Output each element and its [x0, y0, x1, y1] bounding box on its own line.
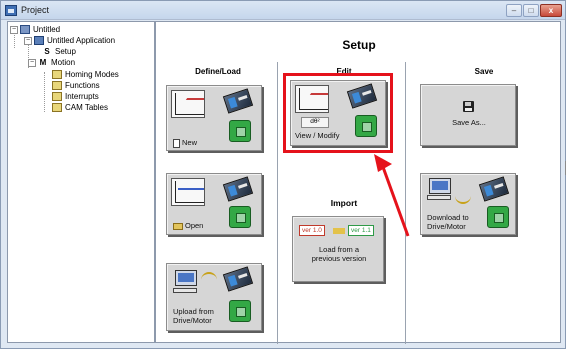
project-icon	[20, 25, 30, 34]
drive-icon	[222, 266, 254, 292]
collapse-toggle[interactable]: −	[10, 25, 18, 34]
tree-item-homing-modes[interactable]: Homing Modes	[52, 69, 119, 80]
column-heading-define-load: Define/Load	[195, 67, 241, 76]
setup-panel: Setup Define/Load Edit Save New Open Upl…	[155, 21, 561, 344]
open-button[interactable]: Open	[166, 173, 262, 235]
tree-item-functions[interactable]: Functions	[52, 80, 100, 91]
folder-icon	[52, 70, 62, 79]
motor-icon	[229, 206, 251, 228]
tree-item-label: Homing Modes	[65, 70, 119, 79]
tree-item-label: Motion	[51, 58, 76, 67]
project-window-icon	[5, 5, 17, 16]
tree-item-label: Untitled	[33, 25, 61, 34]
minimize-button[interactable]: –	[506, 4, 522, 17]
tree-item-root[interactable]: − Untitled	[10, 24, 60, 35]
new-document-icon	[173, 138, 180, 148]
motion-icon: M	[39, 58, 47, 67]
tree-item-label: Interrupts	[65, 92, 99, 101]
maximize-button[interactable]: □	[523, 4, 539, 17]
motion-graph-icon	[171, 178, 205, 206]
open-folder-icon	[173, 222, 183, 230]
tree-item-label: Untitled Application	[47, 36, 116, 45]
curved-arrow-icon	[201, 272, 217, 282]
collapse-toggle[interactable]: −	[24, 36, 32, 45]
window-title: Project	[21, 5, 50, 15]
motor-icon	[487, 206, 509, 228]
annotation-arrow	[374, 154, 410, 237]
open-label: Open	[173, 221, 203, 230]
tree-item-cam-tables[interactable]: CAM Tables	[52, 102, 108, 113]
tree-item-label: Setup	[55, 47, 76, 56]
upload-from-drive-button[interactable]: Upload from Drive/Motor	[166, 263, 262, 331]
drive-icon	[222, 88, 254, 114]
folder-icon	[52, 92, 62, 101]
new-label: New	[173, 138, 197, 148]
tree-line	[44, 72, 45, 112]
column-divider	[277, 62, 278, 344]
arrow-right-icon	[333, 228, 345, 234]
folder-icon	[52, 103, 62, 112]
drive-icon	[222, 176, 254, 202]
tree-item-label: Functions	[65, 81, 100, 90]
tree-item-label: CAM Tables	[65, 103, 108, 112]
tree-item-motion[interactable]: − M Motion	[28, 57, 75, 68]
tree-item-setup[interactable]: S Setup	[42, 46, 76, 57]
version-from-badge: ver 1.0	[299, 225, 325, 236]
import-label: Load from a previous version	[311, 245, 367, 263]
upload-label: Upload from Drive/Motor	[173, 307, 214, 325]
save-as-label: Save As...	[452, 118, 486, 127]
tree-item-interrupts[interactable]: Interrupts	[52, 91, 99, 102]
application-icon	[34, 36, 44, 45]
motor-icon	[229, 120, 251, 142]
folder-icon	[52, 81, 62, 90]
new-button[interactable]: New	[166, 85, 262, 151]
project-window: Project – □ x − Untitled − Untitled Appl…	[0, 0, 566, 349]
save-as-button[interactable]: Save As...	[420, 84, 516, 146]
curved-arrow-icon	[455, 194, 471, 204]
close-button[interactable]: x	[540, 4, 562, 17]
column-heading-save: Save	[474, 67, 494, 76]
collapse-toggle[interactable]: −	[28, 58, 36, 67]
motor-icon	[229, 300, 251, 322]
page-title: Setup	[342, 38, 376, 52]
computer-icon	[175, 270, 197, 286]
keyboard-icon	[173, 288, 197, 293]
highlight-box	[283, 73, 393, 153]
tree-item-application[interactable]: − Untitled Application	[24, 35, 115, 46]
floppy-disk-icon	[463, 101, 474, 112]
drive-icon	[478, 176, 510, 202]
setup-icon: S	[44, 47, 50, 56]
motion-graph-icon	[171, 90, 205, 118]
title-bar: Project – □ x	[1, 1, 565, 20]
project-tree[interactable]: − Untitled − Untitled Application S Setu…	[7, 21, 155, 343]
